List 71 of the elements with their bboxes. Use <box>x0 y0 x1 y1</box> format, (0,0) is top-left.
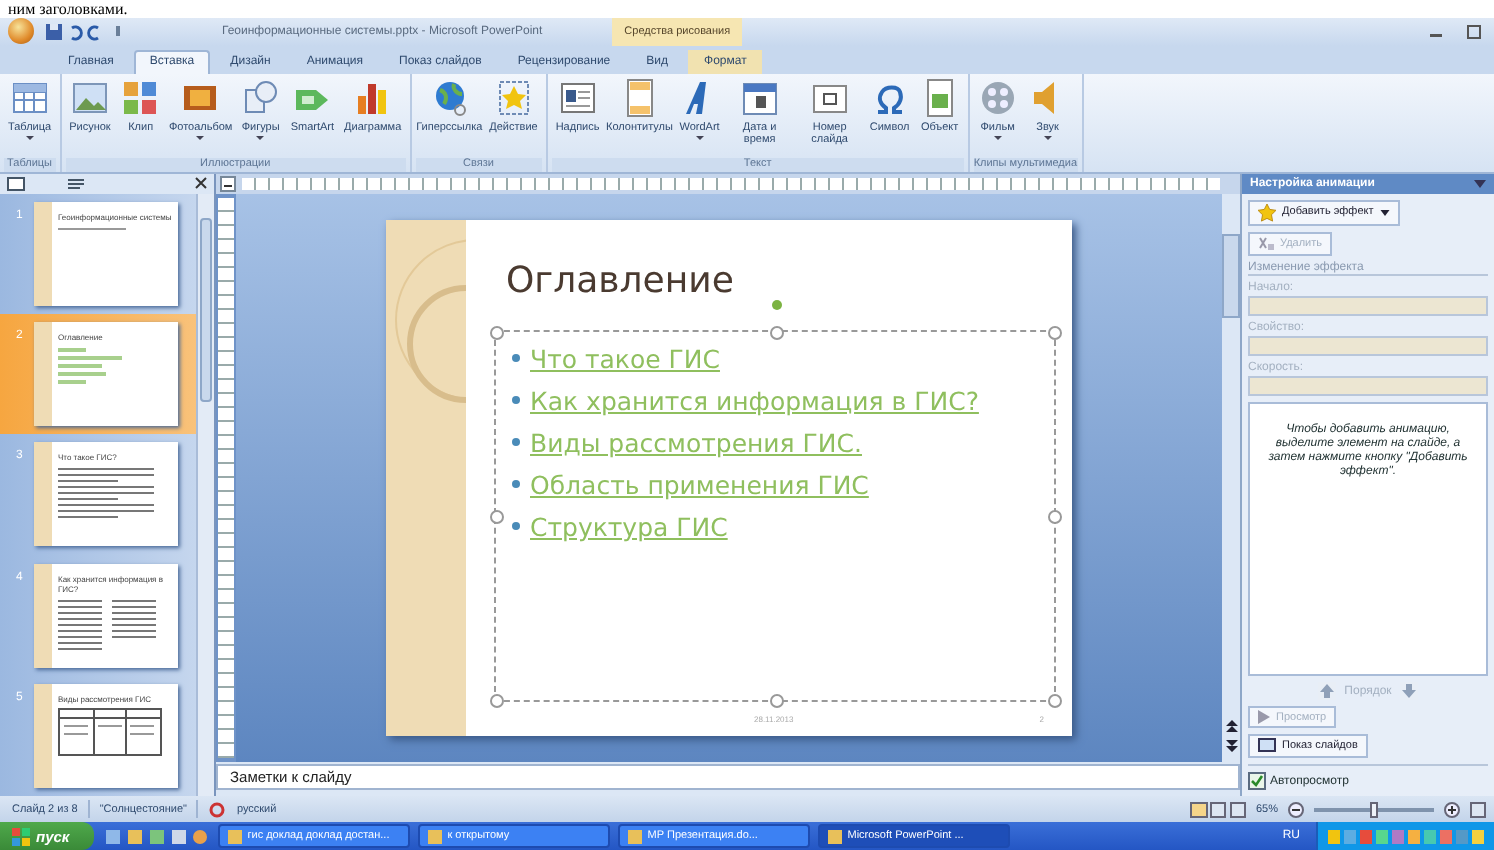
move-up-icon[interactable] <box>1318 682 1337 701</box>
zoom-slider[interactable] <box>1314 807 1434 812</box>
quick-access-icons[interactable] <box>44 21 124 42</box>
view-buttons-icon[interactable] <box>1189 801 1246 818</box>
resize-handle[interactable] <box>1048 325 1062 340</box>
screen-icon <box>1258 738 1276 755</box>
bullet-icon <box>512 396 520 405</box>
caret-icon <box>993 135 1002 140</box>
zoom-in-icon[interactable] <box>1444 801 1460 818</box>
office-button[interactable] <box>8 18 34 45</box>
resize-handle[interactable] <box>490 509 504 524</box>
move-down-icon[interactable] <box>1399 682 1418 701</box>
thumbnail-text-drawing <box>58 346 122 389</box>
scrollbar-thumb[interactable] <box>200 217 212 402</box>
outline-tab-icon[interactable] <box>66 175 86 192</box>
bullet-icon <box>512 354 520 363</box>
zoom-out-icon[interactable] <box>1288 801 1304 818</box>
rotation-handle[interactable] <box>771 299 781 310</box>
caret-icon <box>1043 135 1052 140</box>
dropdown-field[interactable] <box>1248 375 1488 396</box>
bullet-icon <box>512 522 520 531</box>
window-icon <box>827 829 842 843</box>
film-reel-icon <box>977 77 1018 118</box>
windows-flag-icon <box>12 827 30 845</box>
check-icon <box>1250 774 1264 789</box>
picture-icon <box>69 77 110 118</box>
thumbnail-text-drawing <box>58 597 156 652</box>
thumbnail-text-drawing <box>58 466 154 521</box>
spelling-icon[interactable] <box>208 801 227 818</box>
resize-handle[interactable] <box>490 325 504 340</box>
clip-icon <box>120 77 161 118</box>
fit-window-icon[interactable] <box>1470 801 1486 818</box>
bullet-icon <box>512 438 520 447</box>
star-icon <box>1258 203 1276 222</box>
zoom-slider-thumb[interactable] <box>1370 801 1378 818</box>
caret-icon <box>25 135 34 140</box>
scrollbar[interactable] <box>1222 193 1240 763</box>
slide-title: Оглавление <box>506 259 736 302</box>
tray-icons[interactable] <box>1326 827 1486 845</box>
text-box-icon <box>557 77 598 118</box>
dropdown-field[interactable] <box>1248 295 1488 316</box>
caret-icon <box>196 135 205 140</box>
ruler-corner-icon <box>220 175 236 192</box>
resize-handle[interactable] <box>769 325 783 340</box>
caret-icon <box>1379 209 1390 216</box>
remove-effect-icon <box>1258 235 1274 252</box>
checkbox[interactable] <box>1248 772 1266 791</box>
bullet-icon <box>512 480 520 489</box>
resize-handle[interactable] <box>1048 693 1062 708</box>
resize-handle[interactable] <box>1048 509 1062 524</box>
resize-handle[interactable] <box>769 693 783 708</box>
window-icon <box>227 829 242 843</box>
caret-icon <box>695 135 704 140</box>
window-icon <box>427 829 442 843</box>
close-icon[interactable] <box>194 176 208 191</box>
calendar-icon <box>739 77 780 118</box>
window-icon <box>627 829 642 843</box>
scrollbar[interactable] <box>196 193 214 797</box>
maximize-icon[interactable] <box>1466 23 1482 40</box>
scrollbar-thumb[interactable] <box>1222 233 1240 318</box>
slides-tab-icon[interactable] <box>6 175 26 192</box>
caret-icon <box>256 135 265 140</box>
thumbnail-table-drawing <box>58 707 162 756</box>
resize-handle[interactable] <box>490 693 504 708</box>
dropdown-icon[interactable] <box>1474 179 1486 188</box>
quick-launch-icons[interactable] <box>101 827 210 845</box>
dropdown-field[interactable] <box>1248 335 1488 356</box>
thumbnail-text-drawing <box>58 225 126 232</box>
shapes-icon <box>240 77 281 118</box>
document-text: ним заголовками. <box>8 0 128 18</box>
play-icon <box>1258 710 1270 725</box>
